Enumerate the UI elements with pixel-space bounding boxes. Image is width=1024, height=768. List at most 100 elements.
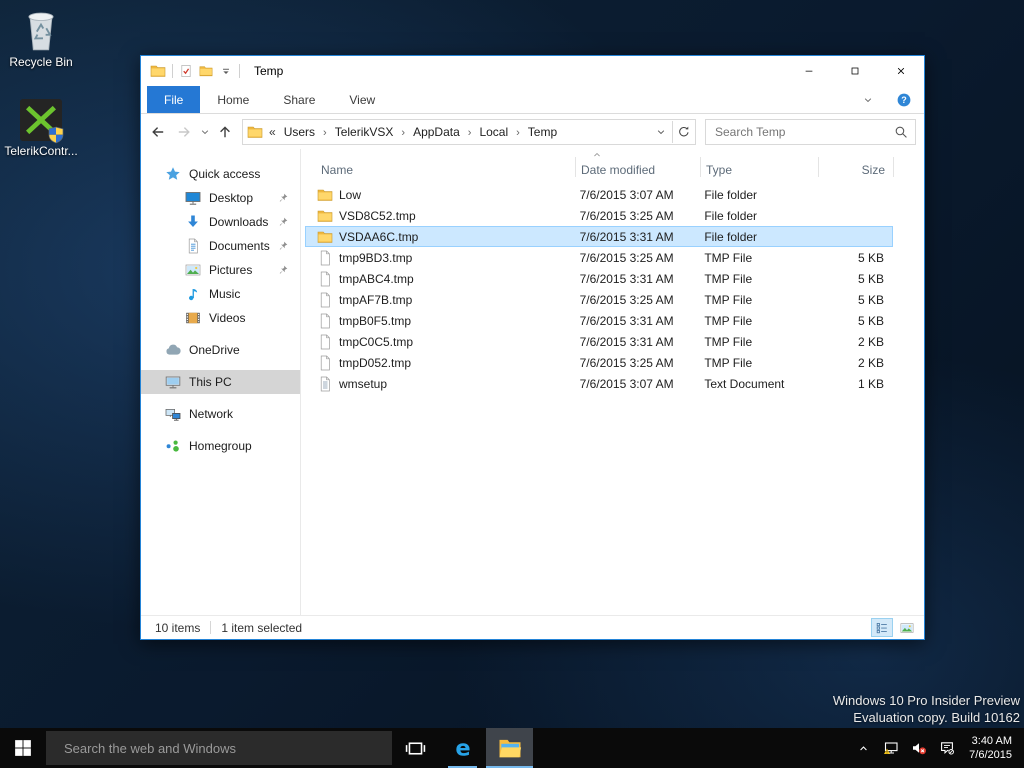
view-toggle-button[interactable] [896,618,918,637]
file-type: File folder [704,229,758,244]
refresh-button[interactable] [673,121,695,143]
ribbon-tab[interactable]: Home [200,86,266,113]
file-row[interactable]: Low 7/6/2015 3:07 AM File folder [305,184,893,205]
system-tray: 3:40 AM 7/6/2015 [851,728,1024,768]
column-header-size[interactable]: Size [819,157,894,177]
taskbar-app-button[interactable] [486,728,533,768]
sidebar-item[interactable]: Documents [141,234,300,258]
sidebar-item[interactable]: Quick access [141,162,300,186]
up-arrow-icon [217,124,233,140]
qat-button[interactable] [179,64,193,78]
up-button[interactable] [212,119,238,145]
taskbar-app-button[interactable] [392,728,439,768]
sidebar-item[interactable]: Music [141,282,300,306]
ribbon-tab[interactable]: Share [266,86,332,113]
file-row[interactable]: tmpB0F5.tmp 7/6/2015 3:31 AM TMP File 5 … [305,310,893,331]
chevron-down-icon [862,94,874,106]
file-type: File folder [704,208,758,223]
file-row[interactable]: tmp9BD3.tmp 7/6/2015 3:25 AM TMP File 5 … [305,247,893,268]
sidebar-item[interactable]: Downloads [141,210,300,234]
taskbar-app-button[interactable] [439,728,486,768]
pin-icon [277,240,289,252]
file-row[interactable]: VSD8C52.tmp 7/6/2015 3:25 AM File folder [305,205,893,226]
taskbar-search-input[interactable] [62,739,392,757]
title-bar[interactable]: Temp [141,56,924,86]
folder-icon [247,124,263,140]
file-row[interactable]: VSDAA6C.tmp 7/6/2015 3:31 AM File folder [305,226,893,247]
navigation-pane: Quick access Desktop Downloads Documents… [141,149,301,615]
qat-button[interactable] [199,64,213,78]
address-dropdown-button[interactable] [650,121,672,143]
ribbon-tab[interactable]: View [332,86,392,113]
file-row[interactable]: tmpD052.tmp 7/6/2015 3:25 AM TMP File 2 … [305,352,893,373]
view-toggle-button[interactable] [871,618,893,637]
sidebar-item[interactable]: This PC [141,370,300,394]
desktop-icon[interactable]: Recycle Bin [2,8,80,69]
maximize-button[interactable] [832,56,878,86]
desktop-icon[interactable]: TelerikContr... [2,99,80,158]
file-row[interactable]: tmpAF7B.tmp 7/6/2015 3:25 AM TMP File 5 … [305,289,893,310]
breadcrumb-segment[interactable]: AppData › [413,125,479,139]
file-list: Low 7/6/2015 3:07 AM File folder VSD8C52… [301,182,924,615]
address-bar[interactable]: « Users › TelerikVSX › AppData › Local ›… [242,118,696,145]
ribbon-right-controls [862,86,924,113]
minimize-button[interactable] [786,56,832,86]
breadcrumb-segment[interactable]: Temp [528,125,573,139]
expand-ribbon-button[interactable] [862,94,874,106]
sidebar-item-icon [165,374,181,390]
desktop-icon-area: Recycle Bin TelerikContr... [2,8,80,158]
sidebar-item[interactable]: Network [141,402,300,426]
file-type: Text Document [704,376,785,391]
windows-watermark: Windows 10 Pro Insider Preview Evaluatio… [832,693,1020,725]
file-date-modified: 7/6/2015 3:25 AM [579,292,674,307]
ribbon-tab[interactable]: File [147,86,201,113]
sidebar-item[interactable]: OneDrive [141,338,300,362]
breadcrumb-segment[interactable]: TelerikVSX › [335,125,413,139]
file-type-icon [317,334,333,350]
tray-icon[interactable] [935,728,959,768]
help-button[interactable] [896,92,912,108]
forward-button[interactable] [171,119,197,145]
back-button[interactable] [145,119,171,145]
file-size: 5 KB [857,250,884,265]
file-name: tmp9BD3.tmp [339,250,413,265]
close-button[interactable] [878,56,924,86]
sidebar-item[interactable]: Pictures [141,258,300,282]
help-icon [896,92,912,108]
start-button[interactable] [0,728,46,768]
file-date-modified: 7/6/2015 3:25 AM [579,250,674,265]
breadcrumb-segment[interactable]: Users › [284,125,335,139]
recent-locations-button[interactable] [197,119,212,145]
uac-shield-icon [47,126,65,144]
file-date-modified: 7/6/2015 3:31 AM [579,271,674,286]
file-row[interactable]: wmsetup 7/6/2015 3:07 AM Text Document 1… [305,373,893,394]
tray-icon[interactable] [879,728,903,768]
qat-button[interactable] [219,64,233,78]
file-name: tmpB0F5.tmp [339,313,412,328]
file-date-modified: 7/6/2015 3:07 AM [579,376,674,391]
tray-icon[interactable] [907,728,931,768]
refresh-icon [677,125,691,139]
column-header-type[interactable]: Type [701,157,819,177]
taskbar: 3:40 AM 7/6/2015 [0,728,1024,768]
clock-date: 7/6/2015 [969,749,1012,761]
forward-arrow-icon [176,124,192,140]
explorer-search[interactable] [705,118,916,145]
file-row[interactable]: tmpC0C5.tmp 7/6/2015 3:31 AM TMP File 2 … [305,331,893,352]
file-row[interactable]: tmpABC4.tmp 7/6/2015 3:31 AM TMP File 5 … [305,268,893,289]
sidebar-item-icon [185,310,201,326]
tray-icon[interactable] [851,728,875,768]
sidebar-item[interactable]: Homegroup [141,434,300,458]
breadcrumb-segment[interactable]: Local › [479,125,527,139]
sidebar-item-icon [165,166,181,182]
sidebar-item[interactable]: Videos [141,306,300,330]
taskbar-clock[interactable]: 3:40 AM 7/6/2015 [963,734,1018,762]
file-type-icon [317,187,333,203]
breadcrumb-overflow[interactable]: « [269,125,276,139]
taskbar-app-buttons [392,728,533,768]
sidebar-item[interactable]: Desktop [141,186,300,210]
explorer-search-input[interactable] [713,123,894,140]
column-header-name[interactable]: Name [301,157,576,177]
file-date-modified: 7/6/2015 3:31 AM [579,229,674,244]
taskbar-search[interactable] [46,731,392,765]
